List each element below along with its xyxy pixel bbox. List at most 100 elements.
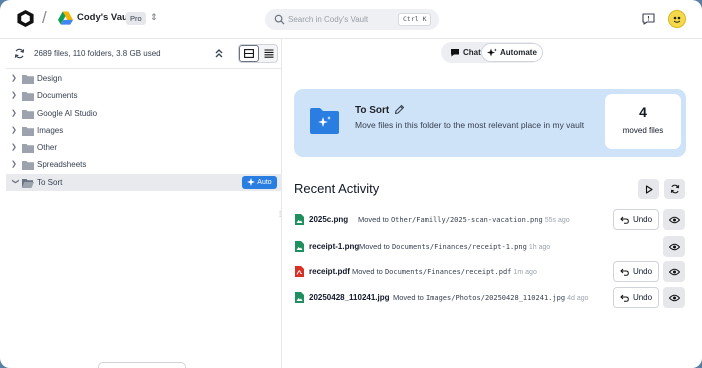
activity-file-name[interactable]: receipt.pdf [309,267,350,276]
eye-icon [668,294,680,301]
sparkle-icon [487,48,497,56]
folder-row-documents[interactable]: ❯ Documents [6,87,282,104]
folder-label: Documents [37,91,78,101]
app-window: / Cody's Vault Pro ⇕ Ctrl K [0,0,702,368]
undo-label: Undo [632,293,653,302]
activity-time: 1m ago [513,269,537,276]
folder-label: Images [37,125,64,135]
chevron-right-icon[interactable]: ❯ [11,160,19,169]
folder-icon [22,144,34,154]
split-view-button[interactable] [239,45,259,62]
chevron-right-icon[interactable]: ❯ [11,91,19,100]
moved-files-label: moved files [622,126,664,135]
image-file-icon [295,214,304,225]
search-input[interactable] [288,12,388,27]
chevron-right-icon[interactable]: ❯ [11,74,19,83]
undo-button[interactable]: Undo [613,287,659,308]
eye-icon [668,268,680,275]
auto-badge[interactable]: Auto [242,175,277,189]
refresh-activity-button[interactable] [664,179,685,199]
bottom-panel-tab[interactable] [98,362,186,368]
mode-switch: Chat Automate [441,42,542,63]
activity-move-prefix: Moved to [358,215,389,224]
activity-time: 4d ago [567,295,589,302]
search-shortcut: Ctrl K [398,13,432,26]
folder-row-spreadsheets[interactable]: ❯ Spreadsheets [6,156,282,173]
refresh-icon[interactable] [14,48,25,59]
breadcrumb-separator: / [42,8,47,27]
automation-description: Move files in this folder to the most re… [355,120,585,130]
preview-button[interactable] [663,287,685,308]
chevron-right-icon[interactable]: ❯ [11,143,19,152]
activity-move-detail: Moved to Documents/Finances/receipt-1.pn… [359,242,550,251]
folder-label: Google AI Studio [37,108,98,118]
collapse-all-icon[interactable] [214,48,224,59]
activity-row: 20250428_110241.jpg Moved to Images/Phot… [294,287,686,309]
chevron-right-icon[interactable]: ❯ [11,126,19,135]
folder-row-google-ai-studio[interactable]: ❯ Google AI Studio [6,105,282,122]
activity-move-prefix: Moved to [352,267,383,276]
folder-label: Design [37,74,62,83]
edit-pencil-icon[interactable] [394,104,405,115]
chevron-down-icon[interactable]: ❯ [11,178,20,186]
automation-banner: To Sort Move files in this folder to the… [294,89,686,157]
undo-label: Undo [632,267,653,276]
folder-icon [22,75,34,84]
activity-move-detail: Moved to Other/Familly/2025-scan-vacatio… [358,215,570,224]
preview-button[interactable] [663,261,685,282]
top-bar: / Cody's Vault Pro ⇕ Ctrl K [0,0,702,38]
folder-tree: ❯ Design ❯ Documents ❯ Google AI Studio … [6,70,282,192]
activity-file-name[interactable]: 2025c.png [309,215,348,224]
message-icon[interactable] [642,13,655,25]
google-drive-icon [58,11,73,25]
activity-destination-path[interactable]: Images/Photos/20250428_110241.jpg [426,294,565,302]
user-avatar[interactable] [668,10,686,28]
folder-row-design[interactable]: ❯ Design [6,70,282,87]
moved-files-card: 4 moved files [605,94,681,149]
activity-move-detail: Moved to Images/Photos/20250428_110241.j… [393,293,589,302]
preview-button[interactable] [663,209,685,230]
folder-row-other[interactable]: ❯ Other [6,139,282,156]
undo-icon [620,294,629,302]
folder-icon [22,126,34,136]
activity-file-name[interactable]: 20250428_110241.jpg [309,293,390,302]
activity-destination-path[interactable]: Other/Familly/2025-scan-vacation.png [391,216,543,224]
run-button[interactable] [638,179,659,199]
activity-time: 1h ago [528,244,551,251]
play-icon [645,184,653,194]
vault-switch-icon[interactable]: ⇕ [150,12,158,23]
recent-activity-title: Recent Activity [294,181,380,196]
automate-mode-button[interactable]: Automate [482,44,542,61]
file-tree-pane: 2689 files, 110 folders, 3.8 GB used ❯ D… [6,38,282,368]
undo-icon [620,268,629,276]
preview-button[interactable] [663,236,685,257]
undo-button[interactable]: Undo [613,209,659,230]
pane-resize-handle[interactable]: ⁞ [279,210,285,222]
automation-title: To Sort [355,105,390,116]
folder-icon [22,161,34,171]
magic-folder-icon [310,108,339,134]
undo-button[interactable]: Undo [613,261,659,282]
view-toggle [238,44,278,63]
undo-icon [620,216,629,224]
activity-move-prefix: Moved to [359,242,390,251]
activity-destination-path[interactable]: Documents/Finances/receipt-1.png [392,243,527,251]
eye-icon [668,243,680,250]
activity-file-name[interactable]: receipt-1.png [309,242,359,251]
activity-move-prefix: Moved to [393,293,424,302]
chat-mode-button[interactable]: Chat [445,44,486,61]
activity-destination-path[interactable]: Documents/Finances/receipt.pdf [385,268,511,276]
list-view-button[interactable] [259,45,277,62]
activity-row: receipt.pdf Moved to Documents/Finances/… [294,261,686,283]
app-logo-icon[interactable] [16,9,35,28]
list-view-icon [264,49,274,58]
folder-open-icon [22,178,34,188]
folder-row-images[interactable]: ❯ Images [6,122,282,139]
folder-label: To Sort [37,177,63,187]
activity-row: 2025c.png Moved to Other/Familly/2025-sc… [294,209,686,231]
file-tree-header: 2689 files, 110 folders, 3.8 GB used [6,39,282,69]
chat-bubble-icon [451,49,459,57]
activity-move-detail: Moved to Documents/Finances/receipt.pdf … [352,267,537,276]
chevron-right-icon[interactable]: ❯ [11,109,19,118]
folder-row-to-sort[interactable]: ❯ To Sort Auto [6,173,282,192]
